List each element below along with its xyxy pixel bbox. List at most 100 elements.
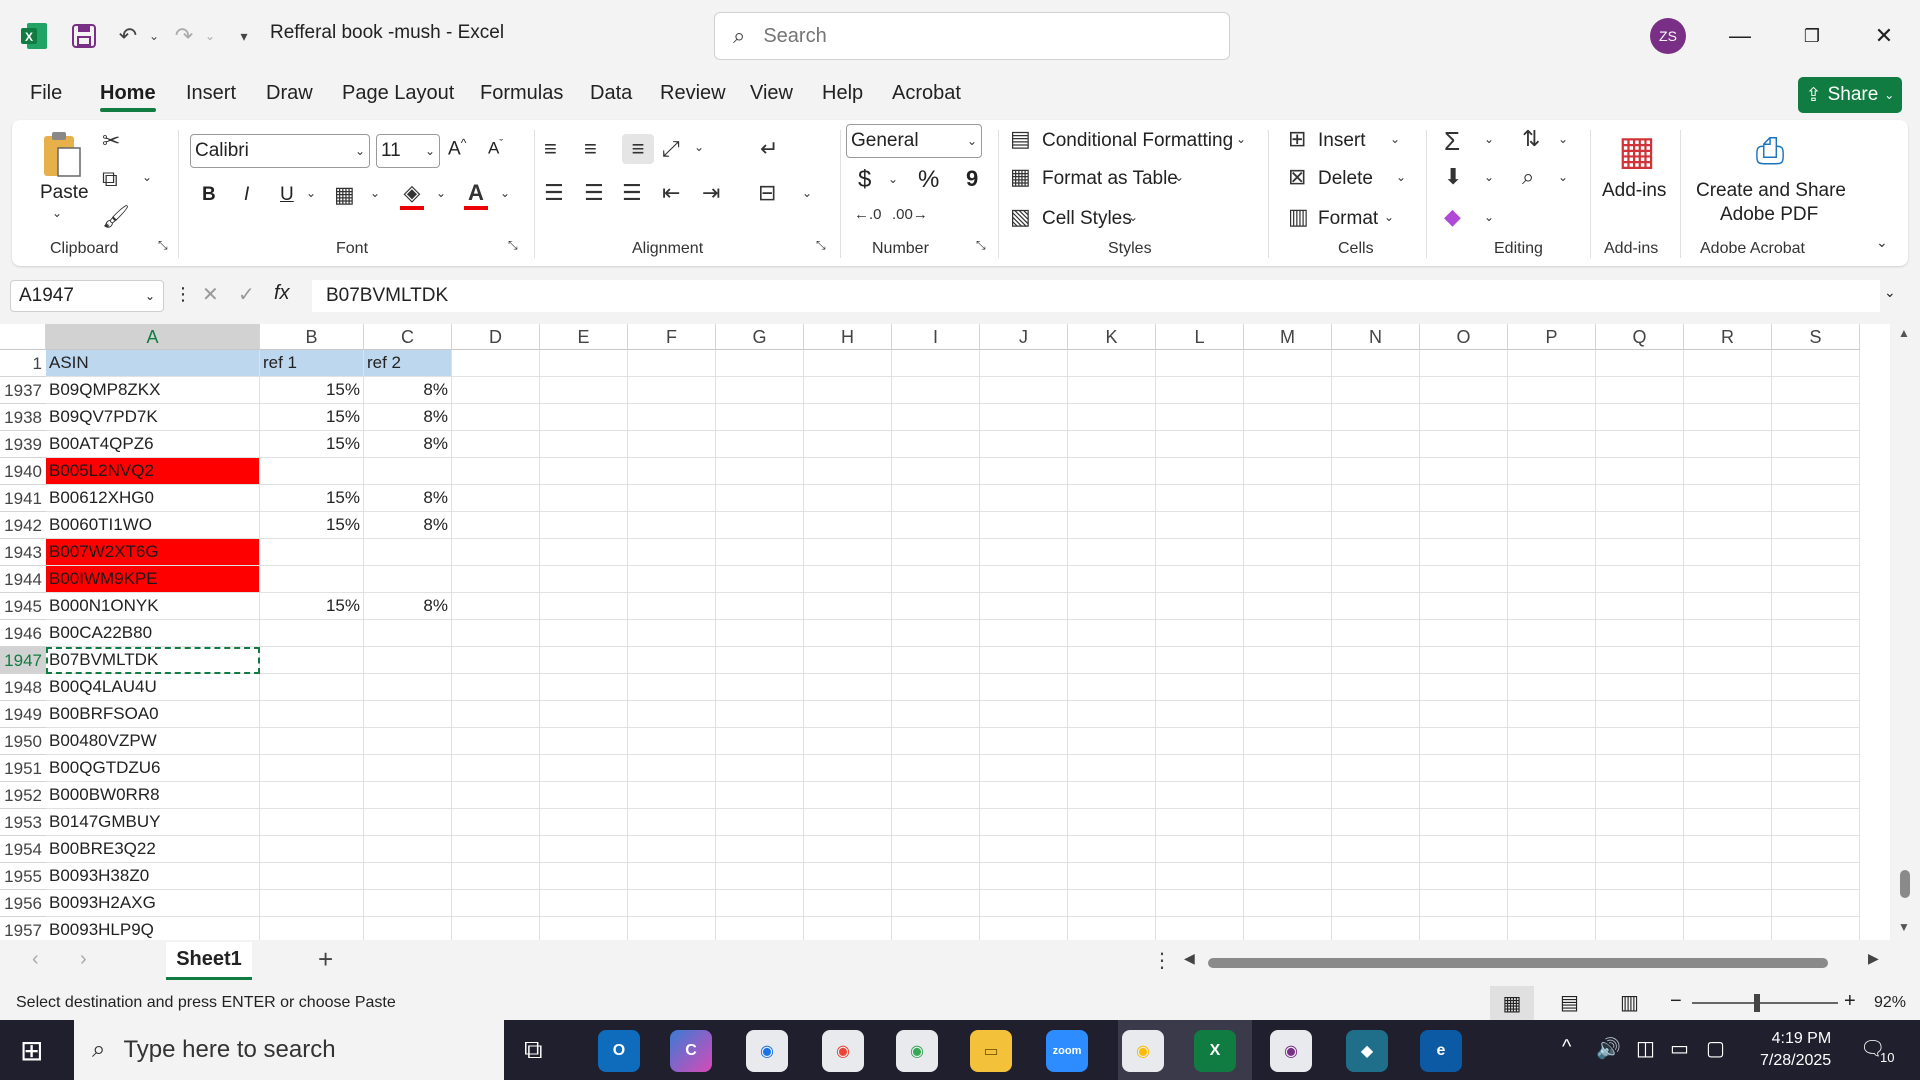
- paste-dropdown-icon[interactable]: ⌄: [52, 206, 62, 220]
- cell-o1939[interactable]: [1420, 431, 1508, 458]
- cell-b1950[interactable]: [260, 728, 364, 755]
- cell-l1945[interactable]: [1156, 593, 1244, 620]
- cell-h1949[interactable]: [804, 701, 892, 728]
- cell-o1942[interactable]: [1420, 512, 1508, 539]
- cell-s1937[interactable]: [1772, 377, 1860, 404]
- cell-e1939[interactable]: [540, 431, 628, 458]
- cell-i1957[interactable]: [892, 917, 980, 940]
- cell-o1951[interactable]: [1420, 755, 1508, 782]
- cell-q1943[interactable]: [1596, 539, 1684, 566]
- search-input[interactable]: [763, 24, 1164, 48]
- column-header-r[interactable]: R: [1684, 324, 1772, 350]
- cell-k1953[interactable]: [1068, 809, 1156, 836]
- cell-b1948[interactable]: [260, 674, 364, 701]
- cell-c1[interactable]: ref 2: [364, 350, 452, 377]
- cell-o1937[interactable]: [1420, 377, 1508, 404]
- cell-i1953[interactable]: [892, 809, 980, 836]
- cell-f1944[interactable]: [628, 566, 716, 593]
- copilot-icon[interactable]: C: [670, 1030, 712, 1072]
- font-size-combo[interactable]: 11 ⌄: [376, 134, 440, 168]
- more-sheets-icon[interactable]: ⋮: [1152, 948, 1172, 973]
- tab-view[interactable]: View: [750, 82, 793, 105]
- cell-g1949[interactable]: [716, 701, 804, 728]
- cell-b1937[interactable]: 15%: [260, 377, 364, 404]
- cell-e1952[interactable]: [540, 782, 628, 809]
- cell-b1952[interactable]: [260, 782, 364, 809]
- cell-m1952[interactable]: [1244, 782, 1332, 809]
- cell-q1945[interactable]: [1596, 593, 1684, 620]
- row-header[interactable]: 1940: [0, 458, 46, 485]
- network-icon[interactable]: ▢: [1706, 1036, 1725, 1061]
- decrease-font-icon[interactable]: Aˇ: [488, 138, 503, 159]
- cell-h1951[interactable]: [804, 755, 892, 782]
- cell-a1943[interactable]: B007W2XT6G: [46, 539, 260, 566]
- align-right-icon[interactable]: ☰: [622, 180, 642, 206]
- adobe-pdf-label[interactable]: Adobe PDF: [1720, 204, 1818, 226]
- cell-e1950[interactable]: [540, 728, 628, 755]
- cell-m1937[interactable]: [1244, 377, 1332, 404]
- cell-p1956[interactable]: [1508, 890, 1596, 917]
- cell-l1947[interactable]: [1156, 647, 1244, 674]
- cell-p1946[interactable]: [1508, 620, 1596, 647]
- cell-c1952[interactable]: [364, 782, 452, 809]
- cell-d1945[interactable]: [452, 593, 540, 620]
- cell-p1949[interactable]: [1508, 701, 1596, 728]
- cell-k1956[interactable]: [1068, 890, 1156, 917]
- cell-s1949[interactable]: [1772, 701, 1860, 728]
- cell-o1943[interactable]: [1420, 539, 1508, 566]
- insert-cells-button[interactable]: Insert: [1318, 130, 1366, 152]
- cell-c1945[interactable]: 8%: [364, 593, 452, 620]
- cell-h1954[interactable]: [804, 836, 892, 863]
- row-header[interactable]: 1957: [0, 917, 46, 940]
- cell-k1951[interactable]: [1068, 755, 1156, 782]
- cell-o1948[interactable]: [1420, 674, 1508, 701]
- cell-p1948[interactable]: [1508, 674, 1596, 701]
- cell-e1957[interactable]: [540, 917, 628, 940]
- cell-l1954[interactable]: [1156, 836, 1244, 863]
- cell-r1951[interactable]: [1684, 755, 1772, 782]
- comma-style-button[interactable]: 9: [966, 166, 978, 192]
- italic-button[interactable]: I: [244, 184, 249, 206]
- cell-m1[interactable]: [1244, 350, 1332, 377]
- cell-e1937[interactable]: [540, 377, 628, 404]
- cell-d1940[interactable]: [452, 458, 540, 485]
- cell-f1950[interactable]: [628, 728, 716, 755]
- cell-e1941[interactable]: [540, 485, 628, 512]
- find-dropdown-icon[interactable]: ⌄: [1558, 170, 1568, 184]
- column-header-a[interactable]: A: [46, 324, 260, 350]
- cell-h1944[interactable]: [804, 566, 892, 593]
- cell-a1948[interactable]: B00Q4LAU4U: [46, 674, 260, 701]
- cell-b1939[interactable]: 15%: [260, 431, 364, 458]
- cell-j1952[interactable]: [980, 782, 1068, 809]
- cell-m1943[interactable]: [1244, 539, 1332, 566]
- taskbar-clock[interactable]: 4:19 PM 7/28/2025: [1760, 1028, 1831, 1072]
- cell-m1938[interactable]: [1244, 404, 1332, 431]
- cell-g1941[interactable]: [716, 485, 804, 512]
- cell-q1941[interactable]: [1596, 485, 1684, 512]
- cell-d1949[interactable]: [452, 701, 540, 728]
- align-left-icon[interactable]: ☰: [544, 180, 564, 206]
- cell-i1937[interactable]: [892, 377, 980, 404]
- cell-l1941[interactable]: [1156, 485, 1244, 512]
- cell-k1[interactable]: [1068, 350, 1156, 377]
- edge-icon[interactable]: e: [1420, 1030, 1462, 1072]
- cell-n1957[interactable]: [1332, 917, 1420, 940]
- excel-taskbar-icon[interactable]: X: [1194, 1030, 1236, 1072]
- cell-p1947[interactable]: [1508, 647, 1596, 674]
- cell-s1938[interactable]: [1772, 404, 1860, 431]
- cell-k1946[interactable]: [1068, 620, 1156, 647]
- cell-i1954[interactable]: [892, 836, 980, 863]
- cell-b1938[interactable]: 15%: [260, 404, 364, 431]
- cell-g1957[interactable]: [716, 917, 804, 940]
- customize-toolbar-icon[interactable]: ▾: [226, 18, 262, 54]
- autosum-icon[interactable]: Σ: [1444, 126, 1460, 157]
- cell-d1939[interactable]: [452, 431, 540, 458]
- row-header[interactable]: 1946: [0, 620, 46, 647]
- cell-d1947[interactable]: [452, 647, 540, 674]
- app-icon[interactable]: ◆: [1346, 1030, 1388, 1072]
- cell-i1944[interactable]: [892, 566, 980, 593]
- cell-l1951[interactable]: [1156, 755, 1244, 782]
- tab-home[interactable]: Home: [100, 82, 156, 105]
- cell-a1939[interactable]: B00AT4QPZ6: [46, 431, 260, 458]
- format-cells-button[interactable]: Format: [1318, 208, 1378, 230]
